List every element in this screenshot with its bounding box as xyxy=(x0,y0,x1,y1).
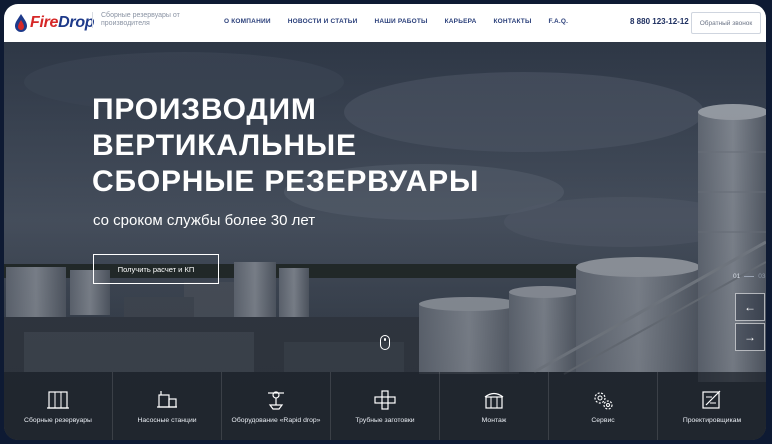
hero-title-line-3: СБОРНЫЕ РЕЗЕРВУАРЫ xyxy=(92,165,480,198)
nav-career[interactable]: КАРЬЕРА xyxy=(445,18,477,25)
tank-icon xyxy=(47,390,69,409)
nav-about[interactable]: О КОМПАНИИ xyxy=(224,18,271,25)
brand-fire: Fire xyxy=(30,14,59,31)
main-nav: О КОМПАНИИ НОВОСТИ И СТАТЬИ НАШИ РАБОТЫ … xyxy=(224,18,585,25)
hero-title: ПРОИЗВОДИМ ВЕРТИКАЛЬНЫЕ СБОРНЫЕ РЕЗЕРВУА… xyxy=(92,92,479,200)
pager-divider xyxy=(744,276,755,277)
installation-icon xyxy=(484,392,504,409)
browser-viewport: FireDrop Сборные резервуары от производи… xyxy=(4,4,766,440)
service-label: Сервис xyxy=(591,416,615,424)
slide-total: 03 xyxy=(758,273,766,280)
pump-station-icon xyxy=(157,390,177,408)
service-pump-stations[interactable]: Насосные станции xyxy=(113,372,222,440)
hero-title-line-2: ВЕРТИКАЛЬНЫЕ xyxy=(92,129,357,162)
window-frame: FireDrop Сборные резервуары от производи… xyxy=(0,0,772,444)
blueprint-icon xyxy=(702,390,721,409)
service-label: Насосные станции xyxy=(137,416,197,424)
hero-subtitle: со сроком службы более 30 лет xyxy=(93,212,316,229)
hero-title-line-1: ПРОИЗВОДИМ xyxy=(92,93,317,126)
slide-pager: 01 03 xyxy=(733,273,765,280)
gears-icon xyxy=(594,391,613,410)
logo[interactable]: FireDrop xyxy=(14,13,95,33)
service-pipe-blanks[interactable]: Трубные заготовки xyxy=(331,372,440,440)
get-quote-button[interactable]: Получить расчет и КП xyxy=(93,254,219,284)
scroll-mouse-icon[interactable] xyxy=(380,335,390,350)
service-equipment[interactable]: Оборудование «Rapid drop» xyxy=(222,372,331,440)
prev-slide-button[interactable]: ← xyxy=(735,293,765,321)
phone-number[interactable]: 8 880 123-12-12 xyxy=(630,17,689,26)
slide-current: 01 xyxy=(733,273,741,280)
nav-contacts[interactable]: КОНТАКТЫ xyxy=(494,18,532,25)
hero-slider: ПРОИЗВОДИМ ВЕРТИКАЛЬНЫЕ СБОРНЫЕ РЕЗЕРВУА… xyxy=(4,42,766,440)
nav-works[interactable]: НАШИ РАБОТЫ xyxy=(375,18,428,25)
service-designers[interactable]: Проектировщикам xyxy=(658,372,766,440)
equipment-icon xyxy=(268,390,284,410)
flame-drop-icon xyxy=(15,14,27,32)
arrow-left-icon: ← xyxy=(744,300,756,314)
callback-button[interactable]: Обратный звонок xyxy=(691,12,761,34)
tagline: Сборные резервуары от производителя xyxy=(92,12,191,28)
service-label: Монтаж xyxy=(481,416,507,424)
service-label: Оборудование «Rapid drop» xyxy=(231,416,321,424)
service-maintenance[interactable]: Сервис xyxy=(549,372,658,440)
site-header: FireDrop Сборные резервуары от производи… xyxy=(4,4,766,42)
service-label: Сборные резервуары xyxy=(24,416,92,424)
nav-news[interactable]: НОВОСТИ И СТАТЬИ xyxy=(288,18,358,25)
brand-name: FireDrop xyxy=(30,14,95,32)
pipe-icon xyxy=(374,389,396,410)
brand-drop: Drop xyxy=(58,14,95,31)
arrow-right-icon: → xyxy=(744,330,756,344)
services-bar: Сборные резервуары Насосные станции Обор… xyxy=(4,372,766,440)
nav-faq[interactable]: F.A.Q. xyxy=(549,18,569,25)
service-label: Трубные заготовки xyxy=(355,416,415,424)
service-installation[interactable]: Монтаж xyxy=(440,372,549,440)
service-label: Проектировщикам xyxy=(682,416,742,424)
next-slide-button[interactable]: → xyxy=(735,323,765,351)
service-tanks[interactable]: Сборные резервуары xyxy=(4,372,113,440)
